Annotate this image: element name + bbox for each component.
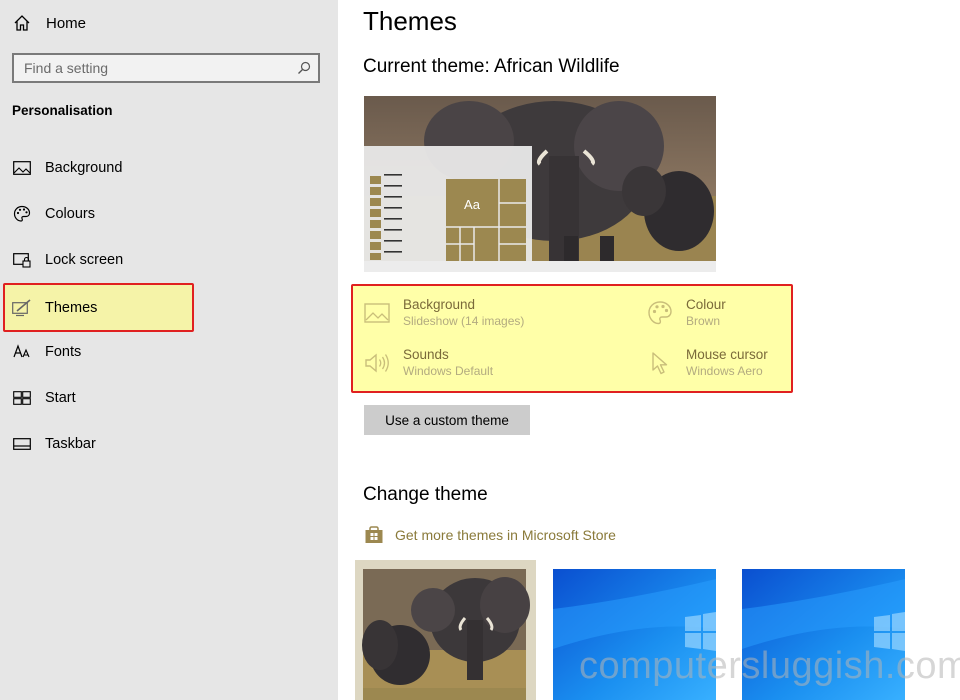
colour-value: Brown bbox=[686, 314, 721, 328]
elephant-thumbnail-image bbox=[362, 569, 530, 700]
store-link-label: Get more themes in Microsoft Store bbox=[395, 527, 616, 543]
speaker-icon bbox=[363, 349, 391, 377]
themes-brush-icon bbox=[12, 298, 32, 318]
sounds-value: Windows Default bbox=[403, 364, 494, 378]
search-icon[interactable] bbox=[290, 61, 318, 75]
home-label: Home bbox=[46, 14, 87, 32]
theme-mouse-cursor-setting[interactable]: Mouse cursor Windows Aero bbox=[646, 346, 768, 380]
preview-tile-text: Aa bbox=[464, 197, 481, 212]
use-custom-theme-button[interactable]: Use a custom theme bbox=[364, 405, 530, 435]
cursor-icon bbox=[646, 349, 674, 377]
home-icon bbox=[12, 13, 32, 33]
current-theme-title: Current theme: African Wildlife bbox=[363, 56, 620, 77]
fonts-icon bbox=[12, 342, 32, 362]
page-title: Themes bbox=[363, 6, 457, 36]
current-theme-preview: Aa bbox=[364, 96, 716, 272]
palette-icon bbox=[646, 299, 674, 327]
find-setting-search[interactable] bbox=[12, 53, 320, 83]
sidebar-item-colours[interactable]: Colours bbox=[0, 191, 338, 237]
mouse-cursor-value: Windows Aero bbox=[686, 364, 763, 378]
background-value: Slideshow (14 images) bbox=[403, 314, 525, 328]
sidebar-item-label: Start bbox=[45, 390, 76, 406]
watermark-text: computersluggish.com bbox=[579, 645, 960, 687]
change-theme-title: Change theme bbox=[363, 484, 488, 505]
sidebar-item-themes[interactable]: Themes bbox=[3, 283, 194, 332]
sidebar-item-fonts[interactable]: Fonts bbox=[0, 329, 338, 375]
sidebar-item-label: Lock screen bbox=[45, 252, 124, 268]
sidebar-item-taskbar[interactable]: Taskbar bbox=[0, 421, 338, 467]
background-label: Background bbox=[403, 297, 476, 312]
section-title: Personalisation bbox=[12, 103, 113, 118]
sounds-label: Sounds bbox=[403, 347, 449, 362]
picture-icon bbox=[363, 299, 391, 327]
colour-label: Colour bbox=[686, 297, 726, 312]
sidebar-item-lock-screen[interactable]: Lock screen bbox=[0, 237, 338, 283]
store-bag-icon bbox=[364, 525, 384, 545]
palette-icon bbox=[12, 204, 32, 224]
theme-colour-setting[interactable]: Colour Brown bbox=[646, 296, 726, 330]
search-input[interactable] bbox=[24, 60, 290, 76]
microsoft-store-link[interactable]: Get more themes in Microsoft Store bbox=[364, 525, 616, 545]
home-nav-item[interactable]: Home bbox=[12, 12, 86, 34]
sidebar-item-label: Colours bbox=[45, 206, 95, 222]
sidebar-item-background[interactable]: Background bbox=[0, 145, 338, 191]
mouse-cursor-label: Mouse cursor bbox=[686, 347, 768, 362]
themes-page: Themes Current theme: African Wildlife A… bbox=[338, 0, 960, 700]
start-icon bbox=[12, 388, 32, 408]
sidebar-item-label: Fonts bbox=[45, 344, 82, 360]
sidebar-item-label: Themes bbox=[45, 299, 98, 316]
sidebar-item-start[interactable]: Start bbox=[0, 375, 338, 421]
theme-sounds-setting[interactable]: Sounds Windows Default bbox=[363, 346, 493, 380]
lock-screen-icon bbox=[12, 250, 32, 270]
theme-properties-panel: Background Slideshow (14 images) Colour … bbox=[351, 284, 793, 393]
picture-icon bbox=[12, 158, 32, 178]
theme-thumbnail-african-wildlife[interactable] bbox=[355, 560, 536, 700]
elephant-preview-image: Aa bbox=[364, 96, 716, 272]
taskbar-icon bbox=[12, 434, 32, 454]
sidebar-item-label: Taskbar bbox=[45, 436, 96, 452]
sidebar-item-label: Background bbox=[45, 160, 123, 176]
settings-sidebar: Home Personalisation Background Colours … bbox=[0, 0, 338, 700]
theme-background-setting[interactable]: Background Slideshow (14 images) bbox=[363, 296, 524, 330]
